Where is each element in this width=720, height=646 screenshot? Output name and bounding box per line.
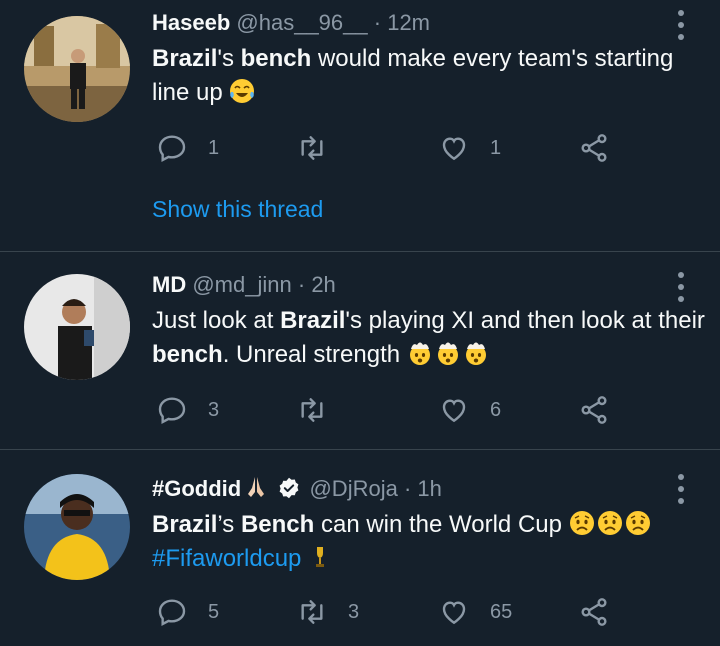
avatar[interactable] [24,474,130,580]
user-handle[interactable]: @has__96__ [236,10,367,35]
tweet-text: Just look at Brazil's playing XI and the… [152,304,712,372]
timestamp[interactable]: 2h [311,272,335,297]
heart-icon [442,137,466,161]
tweet-3[interactable]: #Goddid @DjRoja · 1h Brazil’s Bench can … [0,450,720,646]
avatar[interactable] [24,16,130,122]
tweet-text: Brazil's bench would make every team's s… [152,42,712,110]
tweet-2[interactable]: MD @md_jinn · 2h Just look at Brazil's p… [0,252,720,450]
hashtag-link[interactable]: #Fifaworldcup [152,545,301,572]
text-segment: ’s [217,511,241,538]
exploding-head-emoji-icon [409,342,430,365]
exploding-head-emoji-icon [465,342,486,365]
reply-count: 1 [208,136,220,159]
like-button[interactable]: 65 [438,592,512,632]
worried-face-emoji-icon [625,511,650,535]
like-count: 6 [490,398,502,421]
trophy-emoji-icon [316,547,325,567]
reply-button[interactable]: 1 [156,128,219,168]
text-bold-bench: Bench [240,511,315,538]
worried-face-emoji-icon [597,511,622,535]
text-segment: . Unreal strength [222,341,407,368]
timestamp[interactable]: 1h [417,476,441,501]
tears-of-joy-emoji-icon [230,79,255,103]
like-button[interactable]: 6 [438,390,501,430]
text-bold-bench: bench [152,341,223,368]
separator-dot: · [373,10,382,35]
text-bold-brazil: Brazil [152,45,218,72]
share-icon [581,598,607,626]
retweet-button[interactable] [296,390,348,430]
text-segment: Just look at [152,307,281,334]
reply-button[interactable]: 3 [156,390,219,430]
more-options-icon[interactable] [676,272,686,302]
timestamp[interactable]: 12m [387,10,430,35]
user-handle[interactable]: @md_jinn [192,272,291,297]
retweet-button[interactable]: 3 [296,592,359,632]
like-count: 65 [490,600,513,623]
tweet-1[interactable]: Haseeb @has__96__ · 12m Brazil's bench w… [0,0,720,252]
user-handle[interactable]: @DjRoja [309,476,397,501]
text-segment: 's playing XI and then look at their [345,307,705,334]
tweet-actions: 5 3 65 [152,592,672,632]
reply-count: 3 [208,398,220,421]
retweet-count: 3 [348,600,360,623]
reply-icon [158,135,186,162]
text-bold-bench: bench [240,45,312,72]
like-button[interactable]: 1 [438,128,501,168]
like-count: 1 [490,136,502,159]
reply-button[interactable]: 5 [156,592,219,632]
text-bold-brazil: Brazil [152,511,218,538]
avatar[interactable] [24,274,130,380]
more-options-icon[interactable] [676,10,686,40]
heart-icon [442,601,466,625]
tweet-text: Brazil’s Bench can win the World Cup #Fi… [152,508,712,576]
retweet-button[interactable] [296,128,348,168]
text-segment: can win the World Cup [314,511,569,538]
show-thread-link[interactable]: Show this thread [152,196,323,223]
worried-face-emoji-icon [569,511,594,535]
tweet-actions: 3 6 [152,390,672,430]
more-options-icon[interactable] [676,474,686,504]
folded-hands-emoji-icon [248,477,265,497]
exploding-head-emoji-icon [437,342,458,365]
tweet-actions: 1 1 [152,128,672,168]
reply-icon [158,397,186,424]
separator-dot: · [297,272,306,297]
share-icon [581,134,607,162]
share-icon [581,396,607,424]
text-segment: 's [217,45,241,72]
separator-dot: · [403,476,412,501]
reply-icon [158,599,186,626]
verified-badge-icon [279,477,299,499]
share-button[interactable] [578,128,610,168]
retweet-icon [301,136,323,160]
display-name[interactable]: #Goddid [152,476,241,501]
heart-icon [442,399,466,423]
share-button[interactable] [578,592,610,632]
reply-count: 5 [208,600,220,623]
display-name[interactable]: MD [152,272,186,297]
share-button[interactable] [578,390,610,430]
display-name[interactable]: Haseeb [152,10,230,35]
text-bold-brazil: Brazil [280,307,346,334]
retweet-icon [301,600,323,624]
retweet-icon [301,398,323,422]
